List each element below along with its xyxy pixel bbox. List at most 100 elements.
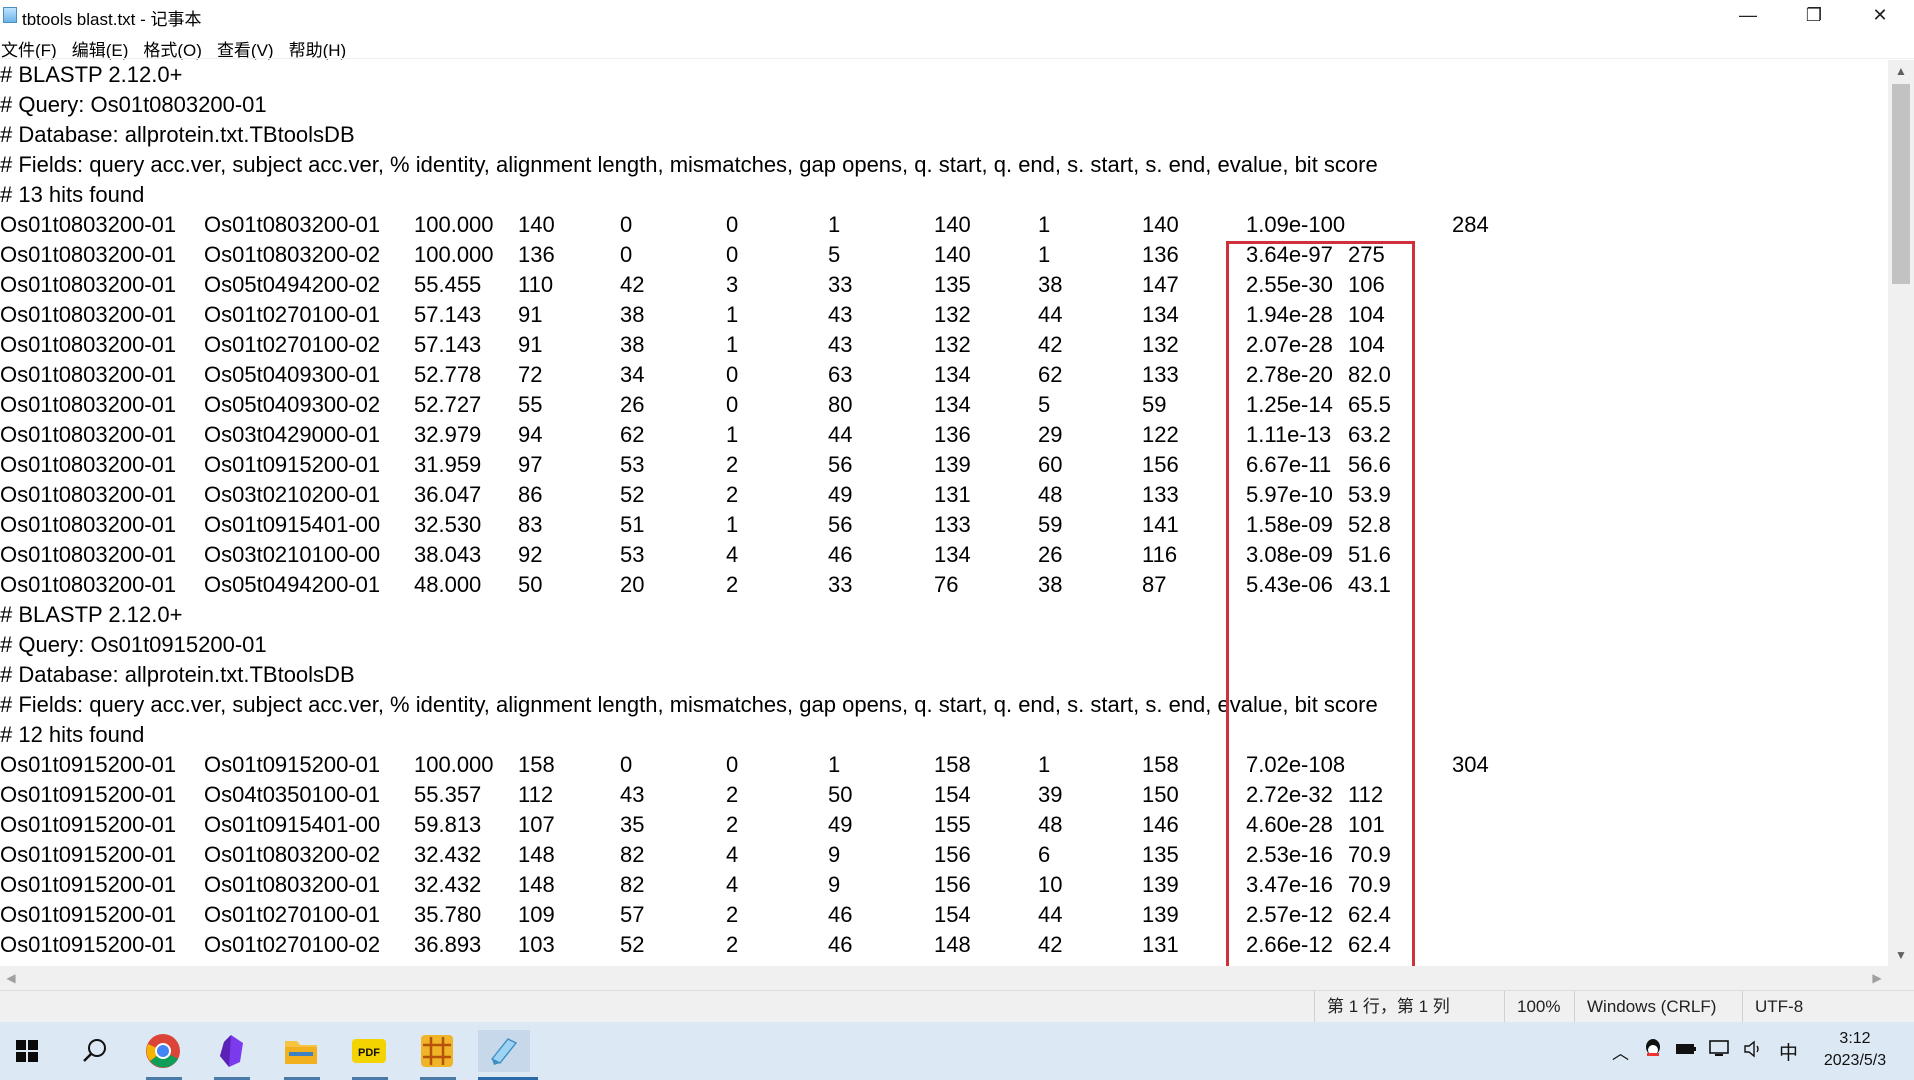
hit-cell: 304	[1452, 752, 1489, 777]
qq-icon[interactable]	[1643, 1038, 1663, 1065]
hit-cell: 55	[518, 392, 543, 417]
menu-format[interactable]: 格式(O)	[142, 30, 216, 60]
hit-cell: 43	[828, 302, 853, 327]
pdf-reader-icon[interactable]: PDF	[348, 1030, 390, 1072]
hit-cell: Os01t0915200-01	[0, 932, 177, 957]
hit-cell: Os04t0350100-01	[204, 782, 381, 807]
hit-cell: 52.727	[414, 392, 482, 417]
hit-cell: 51.6	[1348, 542, 1391, 567]
network-icon[interactable]	[1709, 1039, 1731, 1063]
taskbar-clock[interactable]: 3:12 2023/5/3	[1800, 1028, 1910, 1072]
hit-cell: 48.000	[414, 572, 482, 597]
notepad-icon[interactable]	[478, 1030, 530, 1072]
hit-cell: 4	[726, 542, 739, 567]
search-icon[interactable]	[74, 1030, 116, 1072]
menu-view[interactable]: 查看(V)	[216, 30, 288, 60]
comment-line: # Database: allprotein.txt.TBtoolsDB	[0, 662, 355, 687]
cursor-position: 第 1 行，第 1 列	[1314, 991, 1450, 1023]
hit-cell: 132	[934, 332, 971, 357]
hit-cell: Os01t0803200-01	[0, 512, 177, 537]
hit-cell: 82	[620, 842, 645, 867]
hit-cell: 0	[726, 212, 739, 237]
hit-cell: 3.47e-16	[1246, 872, 1333, 897]
hit-cell: 101	[1348, 812, 1385, 837]
hit-cell: 92	[518, 542, 543, 567]
hit-cell: 53.9	[1348, 482, 1391, 507]
maximize-button[interactable]: ❐	[1782, 0, 1846, 30]
input-method-indicator[interactable]: 中	[1779, 1038, 1798, 1065]
hit-cell: 94	[518, 422, 543, 447]
hit-cell: 26	[1038, 542, 1063, 567]
hit-cell: Os01t0803200-01	[0, 362, 177, 387]
menu-help[interactable]: 帮助(H)	[288, 30, 361, 60]
menu-file[interactable]: 文件(F)	[0, 30, 71, 60]
grid-app-icon[interactable]	[416, 1030, 458, 1072]
windows-start-icon[interactable]	[6, 1030, 48, 1072]
hit-cell: 4.60e-28	[1246, 812, 1333, 837]
hit-cell: 34	[620, 362, 645, 387]
battery-icon[interactable]	[1675, 1041, 1697, 1061]
scroll-left-icon[interactable]: ◀	[0, 966, 22, 990]
hit-cell: 39	[1038, 782, 1063, 807]
hit-cell: 26	[620, 392, 645, 417]
hit-cell: 48	[1038, 812, 1063, 837]
hit-cell: Os01t0915401-00	[204, 512, 381, 537]
hit-cell: 155	[934, 812, 971, 837]
hit-cell: 7.02e-108	[1246, 752, 1346, 777]
scroll-right-icon[interactable]: ▶	[1866, 966, 1888, 990]
hit-cell: 1	[1038, 752, 1051, 777]
show-hidden-icons-icon[interactable]: ︿	[1612, 1039, 1629, 1064]
hit-cell: 56	[828, 452, 853, 477]
hit-cell: 44	[1038, 302, 1063, 327]
zoom-level: 100%	[1504, 991, 1560, 1023]
text-editor[interactable]: Os01t0915200-01 Os01t0270100-02 36.893 103 5…	[0, 60, 1888, 966]
hit-cell: 44	[828, 422, 853, 447]
hit-cell: 0	[726, 752, 739, 777]
hit-cell: Os01t0803200-01	[0, 302, 177, 327]
hit-cell: 150	[1142, 782, 1179, 807]
hit-cell: 133	[934, 512, 971, 537]
hit-cell: 59	[1142, 392, 1167, 417]
scroll-down-icon[interactable]: ▼	[1888, 944, 1914, 966]
hit-cell: 158	[518, 752, 555, 777]
hit-cell: 2.72e-32	[1246, 782, 1333, 807]
horizontal-scrollbar[interactable]: ◀ ▶	[0, 966, 1888, 990]
vertical-scrollbar[interactable]: ▲ ▼	[1888, 60, 1914, 966]
minimize-button[interactable]: —	[1716, 0, 1780, 30]
scroll-up-icon[interactable]: ▲	[1888, 60, 1914, 82]
hit-cell: 2.07e-28	[1246, 332, 1333, 357]
hit-cell: 42	[1038, 332, 1063, 357]
vertical-scroll-thumb[interactable]	[1892, 84, 1910, 284]
hit-cell: 5.43e-06	[1246, 572, 1333, 597]
hit-cell: 0	[726, 362, 739, 387]
menu-edit[interactable]: 编辑(E)	[71, 30, 143, 60]
hit-cell: 134	[934, 542, 971, 567]
obsidian-icon[interactable]	[210, 1030, 252, 1072]
hit-cell: 80	[828, 392, 853, 417]
menu-bar: 文件(F) 编辑(E) 格式(O) 查看(V) 帮助(H)	[0, 30, 1914, 60]
hit-cell: 134	[934, 362, 971, 387]
hit-cell: 46	[828, 902, 853, 927]
volume-icon[interactable]	[1743, 1040, 1763, 1063]
chrome-icon[interactable]	[142, 1030, 184, 1072]
hit-cell: 9	[828, 842, 841, 867]
hit-cell: 35	[620, 812, 645, 837]
hit-cell: 32.530	[414, 512, 482, 537]
hit-cell: 97	[518, 452, 543, 477]
clock-date: 2023/5/3	[1823, 1052, 1887, 1069]
hit-cell: Os01t0803200-01	[0, 242, 177, 267]
hit-cell: 48	[1038, 482, 1063, 507]
hit-cell: 0	[620, 752, 633, 777]
comment-line: # Fields: query acc.ver, subject acc.ver…	[0, 692, 1378, 717]
hit-cell: Os01t0915401-00	[204, 812, 381, 837]
hit-cell: 0	[620, 212, 633, 237]
hit-cell: 2	[726, 482, 739, 507]
hit-cell: 57	[620, 902, 645, 927]
close-button[interactable]: ✕	[1848, 0, 1912, 30]
file-explorer-icon[interactable]	[280, 1030, 322, 1072]
hit-cell: 132	[934, 302, 971, 327]
hit-cell: 57.143	[414, 332, 482, 357]
hit-cell: 1.94e-28	[1246, 302, 1333, 327]
hit-cell: 35.780	[414, 902, 482, 927]
hit-cell: 284	[1452, 212, 1489, 237]
